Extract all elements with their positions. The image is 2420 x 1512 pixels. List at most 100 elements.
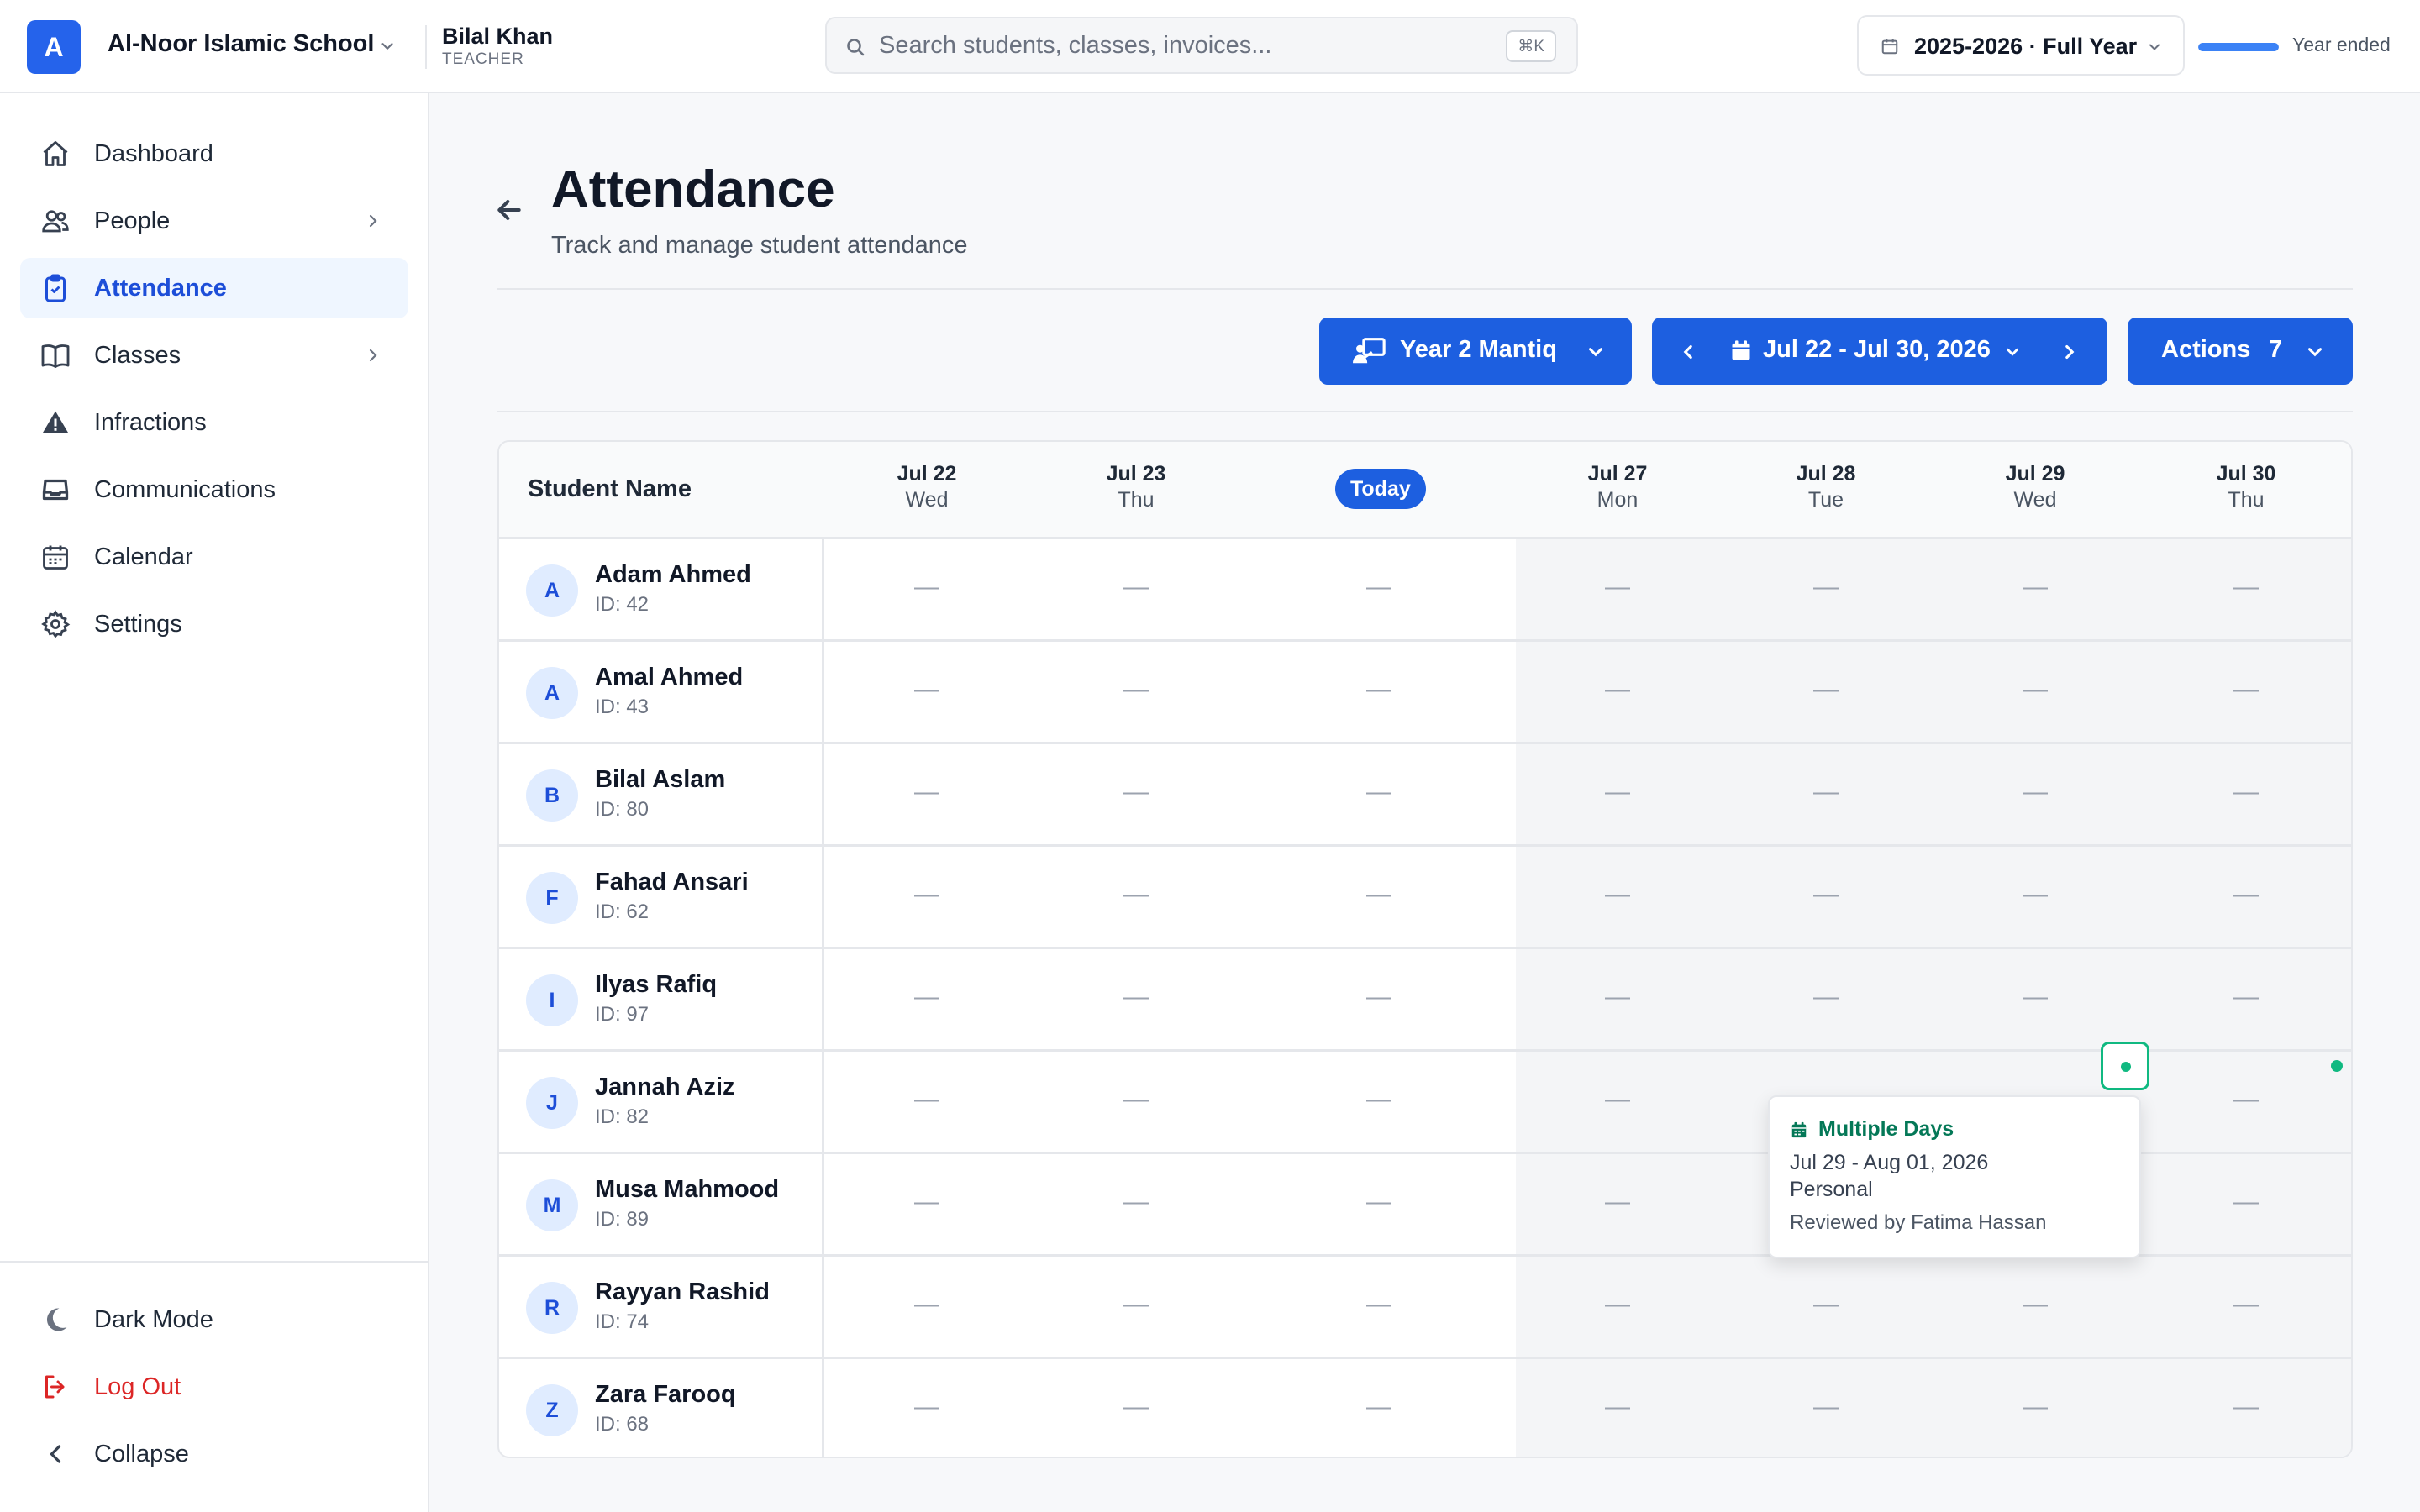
attendance-cell[interactable]: — [1035, 1393, 1237, 1421]
attendance-cell[interactable]: — [826, 1188, 1028, 1216]
attendance-cell[interactable]: — [1725, 573, 1927, 601]
attendance-cell[interactable]: — [1725, 778, 1927, 806]
attendance-cell[interactable]: — [2145, 1085, 2347, 1114]
attendance-cell[interactable]: — [1517, 573, 1718, 601]
attendance-cell[interactable]: — [1035, 778, 1237, 806]
column-header-jul29[interactable]: Jul 29 Wed [1934, 462, 2136, 512]
student-name[interactable]: Adam Ahmed [595, 561, 751, 589]
attendance-cell[interactable]: — [826, 880, 1028, 909]
sidebar-item-settings[interactable]: Settings [20, 594, 408, 654]
dark-mode-toggle[interactable]: Dark Mode [20, 1289, 408, 1350]
column-header-jul28[interactable]: Jul 28 Tue [1725, 462, 1927, 512]
attendance-cell[interactable]: — [1725, 983, 1927, 1011]
attendance-cell-jannah-jul29[interactable] [2101, 1042, 2149, 1090]
attendance-cell[interactable]: — [1278, 1290, 1480, 1319]
attendance-cell[interactable]: — [1934, 1290, 2136, 1319]
sidebar-item-infractions[interactable]: Infractions [20, 392, 408, 453]
attendance-cell[interactable]: — [1035, 983, 1237, 1011]
column-header-today[interactable]: Today [1335, 469, 1426, 509]
back-arrow-icon[interactable] [492, 193, 526, 227]
column-header-jul27[interactable]: Jul 27 Mon [1517, 462, 1718, 512]
column-header-jul22[interactable]: Jul 22 Wed [826, 462, 1028, 512]
sidebar-item-calendar[interactable]: Calendar [20, 527, 408, 587]
attendance-cell[interactable]: — [1517, 880, 1718, 909]
sidebar-item-dashboard[interactable]: Dashboard [20, 123, 408, 184]
attendance-cell[interactable]: — [1725, 675, 1927, 704]
logout-button[interactable]: Log Out [20, 1357, 408, 1417]
attendance-cell[interactable]: — [1278, 675, 1480, 704]
attendance-cell[interactable]: — [1934, 983, 2136, 1011]
sidebar-item-communications[interactable]: Communications [20, 459, 408, 520]
attendance-cell[interactable]: — [1934, 573, 2136, 601]
date-range-picker[interactable]: Jul 22 - Jul 30, 2026 [1652, 318, 2107, 385]
attendance-cell[interactable]: — [1725, 1290, 1927, 1319]
attendance-cell[interactable]: — [1517, 983, 1718, 1011]
attendance-cell[interactable]: — [1278, 1188, 1480, 1216]
attendance-cell[interactable]: — [1517, 1290, 1718, 1319]
attendance-cell[interactable]: — [826, 778, 1028, 806]
student-name[interactable]: Bilal Aslam [595, 766, 725, 794]
sidebar-item-attendance[interactable]: Attendance [20, 258, 408, 318]
student-name[interactable]: Amal Ahmed [595, 664, 743, 691]
attendance-cell[interactable]: — [1278, 1393, 1480, 1421]
attendance-cell[interactable]: — [1278, 880, 1480, 909]
attendance-cell[interactable]: — [1035, 1085, 1237, 1114]
next-week-chevron-right-icon[interactable] [2059, 341, 2081, 363]
student-name[interactable]: Zara Farooq [595, 1381, 736, 1409]
search-input[interactable] [879, 29, 1467, 62]
academic-year-select[interactable]: 2025-2026 · Full Year [1857, 15, 2185, 76]
attendance-cell[interactable]: — [1035, 880, 1237, 909]
column-header-jul30[interactable]: Jul 30 Thu [2145, 462, 2347, 512]
attendance-cell[interactable]: — [1035, 675, 1237, 704]
attendance-cell[interactable]: — [1035, 573, 1237, 601]
attendance-cell[interactable]: — [826, 983, 1028, 1011]
attendance-cell[interactable]: — [2145, 778, 2347, 806]
attendance-cell[interactable]: — [2145, 573, 2347, 601]
sidebar-item-classes[interactable]: Classes [20, 325, 408, 386]
student-name[interactable]: Fahad Ansari [595, 869, 749, 896]
attendance-cell[interactable]: — [1934, 778, 2136, 806]
chevron-down-icon[interactable] [378, 37, 397, 55]
actions-button[interactable]: Actions 7 [2128, 318, 2353, 385]
attendance-cell[interactable]: — [1278, 1085, 1480, 1114]
student-name[interactable]: Ilyas Rafiq [595, 971, 717, 999]
collapse-button[interactable]: Collapse [20, 1424, 408, 1484]
attendance-cell[interactable]: — [1725, 1393, 1927, 1421]
student-name[interactable]: Jannah Aziz [595, 1074, 735, 1101]
attendance-cell[interactable]: — [1517, 1393, 1718, 1421]
attendance-cell[interactable]: — [1517, 778, 1718, 806]
class-select-button[interactable]: Year 2 Mantiq [1319, 318, 1632, 385]
attendance-cell[interactable]: — [826, 1393, 1028, 1421]
student-name[interactable]: Musa Mahmood [595, 1176, 779, 1204]
attendance-cell[interactable]: — [1934, 1393, 2136, 1421]
attendance-cell[interactable]: — [2145, 1393, 2347, 1421]
attendance-cell[interactable]: — [1725, 880, 1927, 909]
attendance-cell[interactable]: — [2145, 880, 2347, 909]
attendance-cell[interactable]: — [1934, 675, 2136, 704]
attendance-cell[interactable]: — [1278, 778, 1480, 806]
search-box[interactable]: ⌘K [825, 17, 1578, 74]
attendance-cell[interactable]: — [1278, 573, 1480, 601]
attendance-cell[interactable]: — [1035, 1290, 1237, 1319]
attendance-cell[interactable]: — [826, 675, 1028, 704]
prev-week-chevron-left-icon[interactable] [1677, 341, 1699, 363]
attendance-cell[interactable]: — [1517, 1085, 1718, 1114]
attendance-cell[interactable]: — [826, 1085, 1028, 1114]
attendance-cell[interactable]: — [1517, 1188, 1718, 1216]
attendance-cell[interactable]: — [2145, 1188, 2347, 1216]
date-range-label: Jul 22 - Jul 30, 2026 [1763, 336, 1991, 363]
school-name[interactable]: Al-Noor Islamic School [108, 30, 374, 58]
attendance-cell[interactable]: — [1278, 983, 1480, 1011]
attendance-cell[interactable]: — [2145, 675, 2347, 704]
attendance-cell[interactable]: — [2145, 1290, 2347, 1319]
sidebar-item-people[interactable]: People [20, 191, 408, 251]
attendance-cell[interactable]: — [1035, 1188, 1237, 1216]
attendance-cell[interactable]: — [826, 573, 1028, 601]
attendance-cell[interactable]: — [1934, 880, 2136, 909]
column-header-jul23[interactable]: Jul 23 Thu [1035, 462, 1237, 512]
school-logo[interactable]: A [27, 20, 81, 74]
attendance-cell[interactable]: — [2145, 983, 2347, 1011]
student-name[interactable]: Rayyan Rashid [595, 1278, 770, 1306]
attendance-cell[interactable]: — [826, 1290, 1028, 1319]
attendance-cell[interactable]: — [1517, 675, 1718, 704]
